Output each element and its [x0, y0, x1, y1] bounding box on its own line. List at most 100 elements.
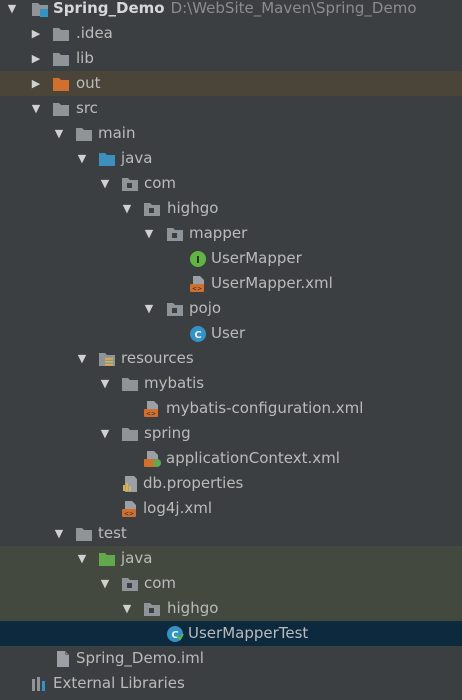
tree-row-lib[interactable]: ▶ lib [0, 46, 462, 71]
tree-label-idea: .idea [76, 24, 113, 42]
tree-row-user[interactable]: User [0, 321, 462, 346]
folder-icon [52, 25, 70, 43]
tree-row-external-libraries[interactable]: External Libraries [0, 671, 462, 696]
tree-row-mybatis[interactable]: ▼ mybatis [0, 371, 462, 396]
tree-label-iml: Spring_Demo.iml [76, 649, 204, 667]
chevron-down-icon[interactable]: ▼ [99, 171, 111, 196]
chevron-down-icon[interactable]: ▼ [99, 421, 111, 446]
tree-label-main: main [98, 124, 136, 142]
tree-row-test-com[interactable]: ▼ com [0, 571, 462, 596]
class-icon [189, 325, 207, 343]
project-name: Spring_Demo D:\WebSite_Maven\Spring_Demo [53, 0, 417, 17]
iml-file-icon [53, 650, 71, 668]
tree-row-main[interactable]: ▼ main [0, 121, 462, 146]
tree-row-src[interactable]: ▼ src [0, 96, 462, 121]
tree-label-src: src [76, 99, 98, 117]
xml-file-icon [143, 400, 161, 418]
tree-label-highgo: highgo [167, 199, 219, 217]
chevron-down-icon[interactable]: ▼ [99, 371, 111, 396]
chevron-right-icon[interactable]: ▶ [30, 46, 42, 71]
tree-label-test-java: java [121, 549, 153, 567]
xml-file-icon [189, 275, 207, 293]
spring-xml-file-icon [143, 450, 161, 468]
tree-row-test-java[interactable]: ▼ java [0, 546, 462, 571]
tree-row-user-mapper-test[interactable]: UserMapperTest [0, 621, 462, 646]
tree-label-user: User [211, 324, 246, 342]
module-icon [31, 0, 49, 18]
tree-label-test-com: com [144, 574, 177, 592]
tree-label-lib: lib [76, 49, 94, 67]
folder-icon [121, 375, 139, 393]
tree-row-application-context[interactable]: applicationContext.xml [0, 446, 462, 471]
package-icon [143, 600, 161, 618]
chevron-down-icon[interactable]: ▼ [6, 0, 18, 21]
tree-label-com: com [144, 174, 177, 192]
tree-row-log4j[interactable]: log4j.xml [0, 496, 462, 521]
tree-row-resources[interactable]: ▼ resources [0, 346, 462, 371]
project-path: D:\WebSite_Maven\Spring_Demo [170, 0, 417, 17]
folder-icon [121, 425, 139, 443]
xml-file-icon [121, 500, 139, 518]
package-icon [166, 225, 184, 243]
library-icon [32, 677, 45, 691]
tree-label-user-mapper: UserMapper [211, 249, 302, 267]
tree-label-mybatis: mybatis [144, 374, 205, 392]
chevron-right-icon[interactable]: ▶ [30, 21, 42, 46]
tree-label-external-libraries: External Libraries [53, 674, 185, 692]
resources-folder-icon [98, 350, 116, 368]
tree-row-user-mapper[interactable]: UserMapper [0, 246, 462, 271]
tree-row-db-properties[interactable]: db.properties [0, 471, 462, 496]
tree-row-highgo[interactable]: ▼ highgo [0, 196, 462, 221]
tree-label-log4j: log4j.xml [143, 499, 213, 517]
tree-row-mybatis-configuration[interactable]: mybatis-configuration.xml [0, 396, 462, 421]
tree-label-out: out [76, 74, 101, 92]
tree-label-user-mapper-test: UserMapperTest [188, 624, 309, 642]
tree-row-idea[interactable]: ▶ .idea [0, 21, 462, 46]
folder-icon [75, 125, 93, 143]
tree-label-spring: spring [144, 424, 191, 442]
tree-row-com[interactable]: ▼ com [0, 171, 462, 196]
tree-label-application-context: applicationContext.xml [166, 449, 340, 467]
tree-row-spring[interactable]: ▼ spring [0, 421, 462, 446]
tree-row-project-root[interactable]: ▼ Spring_Demo D:\WebSite_Maven\Spring_Dem… [0, 0, 462, 21]
chevron-down-icon[interactable]: ▼ [143, 296, 155, 321]
tree-label-java: java [121, 149, 153, 167]
package-icon [121, 175, 139, 193]
project-tree: ▼ Spring_Demo D:\WebSite_Maven\Spring_Dem… [0, 0, 462, 700]
tree-row-user-mapper-xml[interactable]: UserMapper.xml [0, 271, 462, 296]
excluded-folder-icon [52, 75, 70, 93]
test-folder-icon [98, 550, 116, 568]
chevron-down-icon[interactable]: ▼ [99, 571, 111, 596]
chevron-down-icon[interactable]: ▼ [30, 96, 42, 121]
package-icon [143, 200, 161, 218]
tree-row-test-highgo[interactable]: ▼ highgo [0, 596, 462, 621]
tree-row-out[interactable]: ▶ out [0, 71, 462, 96]
tree-row-mapper[interactable]: ▼ mapper [0, 221, 462, 246]
tree-label-user-mapper-xml: UserMapper.xml [211, 274, 333, 292]
chevron-right-icon[interactable]: ▶ [30, 71, 42, 96]
tree-label-test: test [98, 524, 127, 542]
folder-icon [52, 50, 70, 68]
chevron-down-icon[interactable]: ▼ [76, 346, 88, 371]
tree-label-mybatis-configuration: mybatis-configuration.xml [166, 399, 364, 417]
tree-label-test-highgo: highgo [167, 599, 219, 617]
interface-icon [189, 250, 207, 268]
tree-row-test[interactable]: ▼ test [0, 521, 462, 546]
folder-icon [75, 525, 93, 543]
chevron-down-icon[interactable]: ▼ [121, 196, 133, 221]
properties-file-icon [121, 475, 139, 493]
tree-label-pojo: pojo [189, 299, 222, 317]
tree-row-java[interactable]: ▼ java [0, 146, 462, 171]
folder-icon [52, 100, 70, 118]
tree-row-iml[interactable]: Spring_Demo.iml [0, 646, 462, 671]
chevron-down-icon[interactable]: ▼ [143, 221, 155, 246]
chevron-down-icon[interactable]: ▼ [53, 521, 65, 546]
tree-row-pojo[interactable]: ▼ pojo [0, 296, 462, 321]
chevron-down-icon[interactable]: ▼ [121, 596, 133, 621]
test-class-icon [166, 625, 184, 643]
chevron-down-icon[interactable]: ▼ [76, 546, 88, 571]
tree-label-resources: resources [121, 349, 194, 367]
chevron-down-icon[interactable]: ▼ [76, 146, 88, 171]
chevron-down-icon[interactable]: ▼ [53, 121, 65, 146]
package-icon [121, 575, 139, 593]
